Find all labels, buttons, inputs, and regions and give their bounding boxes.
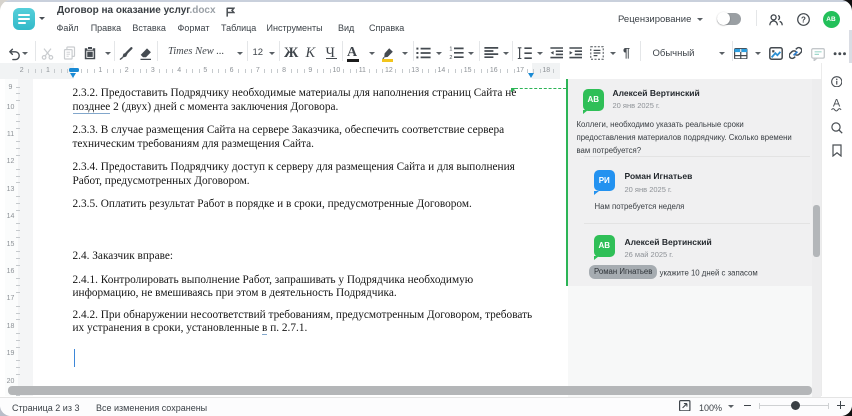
- svg-text:1: 1: [449, 46, 452, 52]
- svg-text:?: ?: [801, 15, 806, 24]
- svg-text:А: А: [832, 97, 840, 109]
- svg-text:2: 2: [449, 55, 452, 59]
